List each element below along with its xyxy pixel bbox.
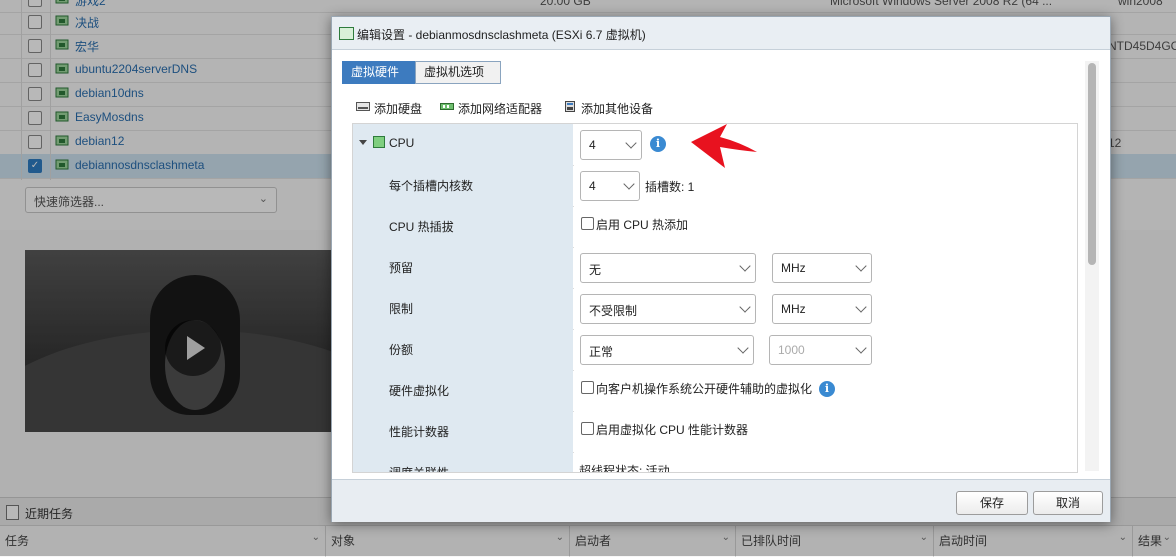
row-label-cell: 每个插槽内核数 [353,165,573,206]
chevron-down-icon [625,137,637,149]
scheduling-affinity-row: 调度关联性 超线程状态: 活动 [353,452,1077,473]
cpu-hot-plug-label: CPU 热插拔 [389,220,454,234]
hardware-settings-grid: CPU 4 i 每个插槽内核数 4 插槽数: 1 CPU 热插拔 启用 CPU … [352,123,1078,473]
row-value-cell: 正常 1000 [574,329,1077,370]
row-label-cell: 性能计数器 [353,411,573,452]
shares-amount-value: 1000 [778,343,805,357]
device-icon [565,101,575,112]
perf-counters-checkbox[interactable] [581,422,594,435]
hardware-virtualization-label: 硬件虚拟化 [389,384,450,398]
limit-label: 限制 [389,302,414,316]
row-value-cell: 超线程状态: 活动 [574,452,1077,473]
cpu-label: CPU [389,136,415,150]
row-value-cell: 启用虚拟化 CPU 性能计数器 [574,411,1077,452]
reservation-value: 无 [589,263,602,277]
expose-hw-virt-label: 向客户机操作系统公开硬件辅助的虚拟化 [596,382,813,396]
performance-counters-label: 性能计数器 [389,425,450,439]
expose-hw-virt-checkbox[interactable] [581,381,594,394]
chevron-down-icon [737,342,749,354]
reservation-row: 预留 无 MHz [353,247,1077,289]
dialog-scrollbar[interactable] [1085,61,1099,471]
scrollbar-thumb[interactable] [1088,63,1096,265]
reservation-label: 预留 [389,261,414,275]
row-label-cell: 预留 [353,247,573,288]
shares-select[interactable]: 正常 [580,335,754,365]
row-label-cell: 硬件虚拟化 [353,370,573,411]
reservation-unit-select[interactable]: MHz [772,253,872,283]
limit-row: 限制 不受限制 MHz [353,288,1077,330]
cpu-hot-add-label: 启用 CPU 热添加 [596,218,689,232]
limit-value: 不受限制 [589,304,638,318]
add-network-adapter-label: 添加网络适配器 [458,102,543,116]
cpu-hot-add-checkbox[interactable] [581,217,594,230]
chevron-down-icon [739,260,751,272]
dialog-title-bar[interactable]: 编辑设置 - debianmosdnsclashmeta (ESXi 6.7 虚… [332,17,1110,50]
tab-virtual-hardware[interactable]: 虚拟硬件 [342,61,416,84]
row-label-cell: CPU 热插拔 [353,206,573,247]
scheduling-affinity-label: 调度关联性 [389,466,450,473]
performance-counters-row: 性能计数器 启用虚拟化 CPU 性能计数器 [353,411,1077,453]
chevron-down-icon [855,301,867,313]
chevron-down-icon [855,260,867,272]
shares-row: 份额 正常 1000 [353,329,1077,371]
limit-unit-value: MHz [781,302,806,316]
row-label-cell: 限制 [353,288,573,329]
hyperthreading-status: 超线程状态: 活动 [579,464,670,473]
info-icon[interactable]: i [819,381,835,397]
row-value-cell: 4 插槽数: 1 [574,165,1077,206]
add-disk-label: 添加硬盘 [374,102,423,116]
sockets-count-text: 插槽数: 1 [645,180,695,194]
hard-disk-icon [356,102,370,111]
network-adapter-icon [440,103,454,110]
row-value-cell: 向客户机操作系统公开硬件辅助的虚拟化 i [574,370,1077,411]
reservation-select[interactable]: 无 [580,253,756,283]
row-label-cell: 份额 [353,329,573,370]
chevron-down-icon [623,178,635,190]
row-value-cell: 无 MHz [574,247,1077,288]
cancel-button[interactable]: 取消 [1033,491,1103,515]
annotation-arrow [691,124,757,168]
cpu-count-value: 4 [589,138,596,152]
limit-select[interactable]: 不受限制 [580,294,756,324]
chevron-down-icon [855,342,867,354]
cores-per-socket-label: 每个插槽内核数 [389,179,474,193]
cores-per-socket-value: 4 [589,179,596,193]
cores-per-socket-select[interactable]: 4 [580,171,640,201]
row-value-cell: 不受限制 MHz [574,288,1077,329]
hardware-virtualization-row: 硬件虚拟化 向客户机操作系统公开硬件辅助的虚拟化 i [353,370,1077,412]
info-icon[interactable]: i [650,136,666,152]
row-label-cell: 调度关联性 [353,452,573,473]
tab-vm-options[interactable]: 虚拟机选项 [415,61,501,84]
shares-amount-select[interactable]: 1000 [769,335,872,365]
row-value-cell: 4 i [574,124,1077,165]
add-other-device-label: 添加其他设备 [581,102,654,116]
expand-caret-icon[interactable] [359,140,367,145]
dialog-title: 编辑设置 - debianmosdnsclashmeta (ESXi 6.7 虚… [357,28,646,42]
shares-label: 份额 [389,343,414,357]
perf-counters-checkbox-label: 启用虚拟化 CPU 性能计数器 [596,423,749,437]
edit-settings-dialog: 编辑设置 - debianmosdnsclashmeta (ESXi 6.7 虚… [331,16,1111,522]
chevron-down-icon [739,301,751,313]
row-value-cell: 启用 CPU 热添加 [574,206,1077,247]
limit-unit-select[interactable]: MHz [772,294,872,324]
cpu-hot-plug-row: CPU 热插拔 启用 CPU 热添加 [353,206,1077,248]
dialog-footer: 保存 取消 [332,479,1110,522]
row-label-cell: CPU [353,124,573,165]
cpu-count-select[interactable]: 4 [580,130,642,160]
cpu-chip-icon [373,136,385,148]
vm-icon [339,27,354,40]
shares-value: 正常 [589,345,614,359]
save-button[interactable]: 保存 [956,491,1028,515]
reservation-unit-value: MHz [781,261,806,275]
